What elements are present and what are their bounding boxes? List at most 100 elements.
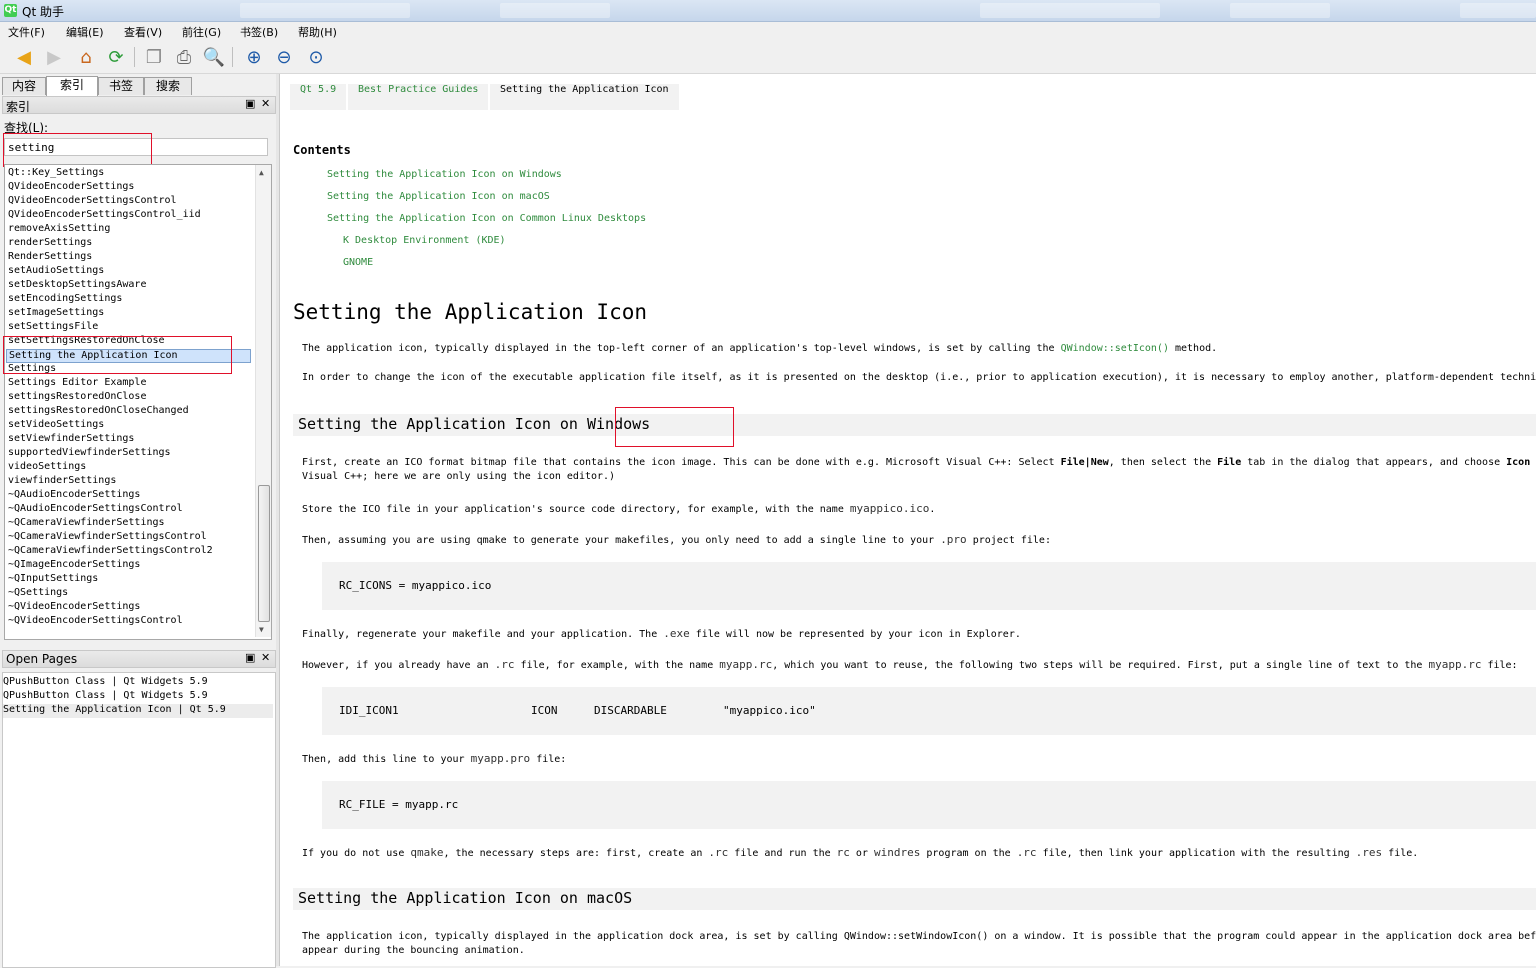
- zoom-out-icon[interactable]: ⊖: [272, 45, 296, 69]
- tab-index[interactable]: 索引: [46, 76, 98, 96]
- tab-search[interactable]: 搜索: [144, 77, 192, 95]
- index-panel-header: 索引 ▣ ✕: [2, 96, 276, 114]
- scroll-up-icon[interactable]: ▲: [259, 168, 264, 177]
- qt-logo-icon: Qt: [4, 4, 17, 17]
- breadcrumb-qt[interactable]: Qt 5.9: [290, 84, 347, 110]
- paragraph: The application icon, typically displaye…: [302, 343, 1217, 354]
- index-item[interactable]: ~QSettings: [8, 587, 68, 601]
- text: Setting the Application Icon on: [298, 415, 587, 433]
- text: tab in the dialog that appears, and choo…: [1241, 457, 1507, 468]
- index-item[interactable]: ~QCameraViewfinderSettingsControl2: [8, 545, 213, 559]
- index-item[interactable]: QVideoEncoderSettings: [8, 181, 134, 195]
- highlight-annotation: [3, 133, 152, 167]
- toc-link[interactable]: Setting the Application Icon on Common L…: [327, 213, 646, 224]
- index-item[interactable]: RenderSettings: [8, 251, 92, 265]
- index-item[interactable]: settingsRestoredOnClose: [8, 391, 146, 405]
- menu-go[interactable]: 前往(G): [182, 24, 221, 40]
- back-icon[interactable]: ◀: [12, 45, 36, 69]
- open-page-item[interactable]: QPushButton Class | Qt Widgets 5.9: [3, 676, 208, 690]
- toc-link[interactable]: GNOME: [343, 257, 373, 268]
- open-page-item-current[interactable]: Setting the Application Icon | Qt 5.9: [3, 704, 273, 718]
- open-page-item[interactable]: QPushButton Class | Qt Widgets 5.9: [3, 690, 208, 704]
- toc-link[interactable]: K Desktop Environment (KDE): [343, 235, 506, 246]
- menu-edit[interactable]: 编辑(E): [66, 24, 104, 40]
- text: Finally, regenerate your makefile and yo…: [302, 629, 664, 640]
- index-item[interactable]: setEncodingSettings: [8, 293, 122, 307]
- index-item[interactable]: videoSettings: [8, 461, 86, 475]
- forward-icon[interactable]: ▶: [42, 45, 66, 69]
- zoom-reset-icon[interactable]: ⊙: [304, 45, 328, 69]
- inline-code: windres: [874, 846, 921, 859]
- close-icon[interactable]: ✕: [261, 651, 270, 664]
- index-item[interactable]: Qt::Key_Settings: [8, 167, 104, 181]
- menu-file[interactable]: 文件(F): [8, 24, 45, 40]
- close-icon[interactable]: ✕: [261, 97, 270, 110]
- text: file.: [1382, 848, 1419, 859]
- text: Store the ICO file in your application's…: [302, 504, 850, 515]
- index-scrollbar[interactable]: ▲ ▼: [255, 165, 271, 637]
- index-item[interactable]: QVideoEncoderSettingsControl: [8, 195, 177, 209]
- index-item[interactable]: Settings Editor Example: [8, 377, 146, 391]
- float-icon[interactable]: ▣: [245, 97, 255, 110]
- index-item[interactable]: ~QVideoEncoderSettings: [8, 601, 140, 615]
- index-item[interactable]: viewfinderSettings: [8, 475, 116, 489]
- index-item[interactable]: setViewfinderSettings: [8, 433, 134, 447]
- index-item[interactable]: removeAxisSetting: [8, 223, 110, 237]
- index-item[interactable]: ~QCameraViewfinderSettingsControl: [8, 531, 207, 545]
- copy-icon[interactable]: ❐: [142, 45, 166, 69]
- text: Then, add this line to your: [302, 754, 471, 765]
- paragraph: In order to change the icon of the execu…: [302, 372, 1536, 383]
- index-item[interactable]: ~QVideoEncoderSettingsControl: [8, 615, 183, 629]
- print-icon[interactable]: ⎙: [172, 45, 196, 69]
- text: Then, assuming you are using qmake to ge…: [302, 535, 941, 546]
- background-window-tab: [240, 3, 410, 18]
- open-pages-title: Open Pages: [6, 652, 78, 666]
- open-pages-list: QPushButton Class | Qt Widgets 5.9 QPush…: [2, 672, 276, 968]
- zoom-in-icon[interactable]: ⊕: [242, 45, 266, 69]
- code-token: ICON: [531, 704, 558, 717]
- float-icon[interactable]: ▣: [245, 651, 255, 664]
- menu-bookmarks[interactable]: 书签(B): [240, 24, 278, 40]
- highlight-annotation: [3, 336, 232, 374]
- toc-link[interactable]: Setting the Application Icon on macOS: [327, 191, 550, 202]
- index-item[interactable]: setDesktopSettingsAware: [8, 279, 146, 293]
- code-token: "myappico.ico": [723, 704, 816, 717]
- setIcon-link[interactable]: QWindow::setIcon(): [1061, 343, 1169, 354]
- tab-contents[interactable]: 内容: [2, 77, 46, 95]
- menu-view[interactable]: 查看(V): [124, 24, 162, 40]
- home-icon[interactable]: ⌂: [74, 45, 98, 69]
- index-item[interactable]: renderSettings: [8, 237, 92, 251]
- toc-link[interactable]: Setting the Application Icon on Windows: [327, 169, 562, 180]
- inline-code: .pro: [940, 533, 967, 546]
- index-item[interactable]: setSettingsFile: [8, 321, 98, 335]
- paragraph: Finally, regenerate your makefile and yo…: [302, 627, 1021, 640]
- inline-code: .rc: [708, 846, 729, 859]
- menu-help[interactable]: 帮助(H): [298, 24, 337, 40]
- index-item[interactable]: ~QCameraViewfinderSettings: [8, 517, 165, 531]
- index-list[interactable]: Qt::Key_Settings QVideoEncoderSettings QVi…: [4, 164, 272, 640]
- background-window-tab: [1460, 3, 1536, 18]
- index-item[interactable]: setAudioSettings: [8, 265, 104, 279]
- text: file will now be represented by your ico…: [689, 629, 1021, 640]
- index-item[interactable]: settingsRestoredOnCloseChanged: [8, 405, 189, 419]
- index-item[interactable]: ~QAudioEncoderSettingsControl: [8, 503, 183, 517]
- breadcrumb-best-practice[interactable]: Best Practice Guides: [348, 84, 489, 110]
- sync-icon[interactable]: ⟳: [104, 45, 128, 69]
- index-item[interactable]: setImageSettings: [8, 307, 104, 321]
- index-item[interactable]: supportedViewfinderSettings: [8, 447, 171, 461]
- background-window-tab: [1230, 3, 1330, 18]
- index-item[interactable]: ~QInputSettings: [8, 573, 98, 587]
- text: program on the: [920, 848, 1017, 859]
- text: file, for example, with the name: [514, 660, 720, 671]
- index-item[interactable]: setVideoSettings: [8, 419, 104, 433]
- index-item[interactable]: ~QAudioEncoderSettings: [8, 489, 140, 503]
- index-item[interactable]: ~QImageEncoderSettings: [8, 559, 140, 573]
- inline-code: .rc: [494, 658, 515, 671]
- tab-bookmarks[interactable]: 书签: [98, 77, 144, 95]
- left-pane: 内容 索引 书签 搜索 索引 ▣ ✕ 查找(L): setting Qt::Ke…: [0, 74, 276, 968]
- background-window-tab: [500, 3, 610, 18]
- scroll-thumb[interactable]: [258, 485, 270, 622]
- find-icon[interactable]: 🔍: [202, 45, 226, 69]
- index-item[interactable]: QVideoEncoderSettingsControl_iid: [8, 209, 201, 223]
- scroll-down-icon[interactable]: ▼: [259, 625, 264, 634]
